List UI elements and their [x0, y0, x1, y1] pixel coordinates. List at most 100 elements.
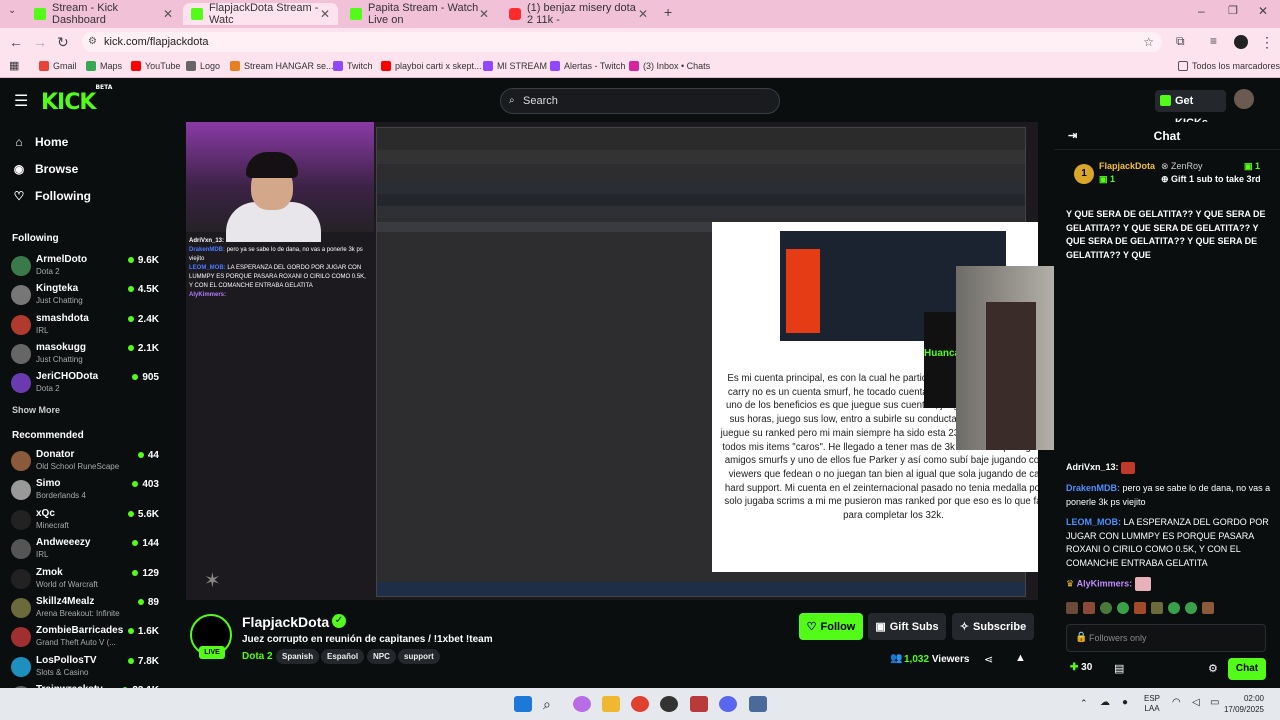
volume-icon[interactable]: ◁: [1192, 697, 1200, 708]
chat-input[interactable]: 🔒 Followers only: [1066, 624, 1266, 652]
new-tab-icon[interactable]: +: [664, 4, 672, 20]
nav-home[interactable]: ⌂ Home: [12, 135, 68, 149]
tab-search-icon[interactable]: ⌄: [8, 5, 16, 16]
sidebar-channel[interactable]: ZombieBarricades Grand Theft Auto V (... 1…: [11, 625, 161, 651]
obs-icon[interactable]: [660, 696, 678, 712]
browser-menu-icon[interactable]: ⋮: [1260, 34, 1274, 51]
chat-username[interactable]: AlyKimmers:: [1077, 578, 1133, 588]
bookmark-stream-hangar[interactable]: Stream HANGAR se...: [230, 61, 334, 71]
file-explorer-icon[interactable]: [602, 696, 620, 712]
show-more-link[interactable]: Show More: [12, 405, 60, 415]
wardrobe-door: [986, 302, 1036, 450]
bookmark-alertas[interactable]: Alertas - Twitch: [550, 61, 625, 71]
video-player[interactable]: AdriVxn_13: DrakenMDB: pero ya se sabe l…: [186, 122, 1038, 600]
nav-browse[interactable]: ◉ Browse: [12, 162, 79, 176]
follow-button[interactable]: ♡ Follow: [799, 613, 863, 640]
gift-subs-button[interactable]: ▣ Gift Subs: [868, 613, 946, 640]
gift-prompt[interactable]: ⊕ Gift 1 sub to take 3rd: [1161, 174, 1261, 185]
browser-tab-active[interactable]: FlapjackDota Stream - Watc ✕: [183, 2, 338, 26]
leaderboard-icon[interactable]: ▤: [1114, 662, 1124, 675]
close-window-icon[interactable]: ✕: [1258, 4, 1268, 18]
tab-close-icon[interactable]: ✕: [320, 7, 330, 21]
discord-icon[interactable]: [719, 696, 737, 712]
subscribe-button[interactable]: ✧ Subscribe: [952, 613, 1034, 640]
reload-icon[interactable]: ↻: [57, 34, 69, 51]
all-bookmarks[interactable]: Todos los marcadores: [1178, 61, 1280, 71]
chat-username[interactable]: LEOM_MOB:: [1066, 517, 1121, 527]
tab-close-icon[interactable]: ✕: [479, 7, 489, 21]
apps-grid-icon[interactable]: ▦: [9, 59, 19, 72]
sidebar-channel[interactable]: xQc Minecraft 5.6K: [11, 508, 161, 534]
sidebar-channel[interactable]: JeriCHODota Dota 2 905: [11, 371, 161, 397]
search-input[interactable]: ⌕ Search: [500, 88, 780, 114]
chat-username[interactable]: AdriVxn_13:: [1066, 462, 1119, 472]
bookmark-youtube[interactable]: YouTube: [131, 61, 180, 71]
chat-settings-gear-icon[interactable]: ⚙: [1208, 662, 1218, 675]
maximize-icon[interactable]: ❐: [1228, 4, 1238, 17]
bookmark-maps[interactable]: Maps: [86, 61, 122, 71]
user-avatar[interactable]: [1234, 89, 1254, 109]
tag-chip[interactable]: Español: [321, 649, 365, 664]
channel-name[interactable]: FlapjackDota: [242, 614, 329, 630]
bookmark-instagram[interactable]: (3) Inbox • Chats: [629, 61, 710, 71]
tab-close-icon[interactable]: ✕: [638, 7, 648, 21]
tag-chip[interactable]: Spanish: [276, 649, 320, 664]
collapse-chat-icon[interactable]: ⇥: [1068, 122, 1077, 150]
nav-following[interactable]: ♡ Following: [12, 189, 91, 203]
search-icon[interactable]: ⌕: [543, 696, 561, 712]
copilot-icon[interactable]: [573, 696, 591, 712]
sidebar-channel[interactable]: masokugg Just Chatting 2.1K: [11, 342, 161, 368]
tag-chip[interactable]: support: [398, 649, 440, 664]
sidebar-channel[interactable]: Donator Old School RuneScape 44: [11, 449, 161, 475]
chat-username[interactable]: DrakenMDB:: [1066, 483, 1120, 493]
browser-tab[interactable]: Papita Stream - Watch Live on ✕: [342, 2, 497, 26]
battery-icon[interactable]: ▭: [1210, 697, 1219, 708]
sidebar-channel[interactable]: smashdota IRL 2.4K: [11, 313, 161, 339]
bookmark-gmail[interactable]: Gmail: [39, 61, 77, 71]
pinned-count: ▣ 1: [1099, 174, 1116, 184]
forward-icon[interactable]: →: [33, 34, 47, 50]
wifi-icon[interactable]: ◠: [1172, 697, 1181, 708]
bookmark-star-icon[interactable]: ☆: [1143, 32, 1154, 52]
tag-chip[interactable]: NPC: [367, 649, 396, 664]
kick-logo[interactable]: KICKBETA: [41, 84, 112, 115]
chat-send-button[interactable]: Chat: [1228, 658, 1266, 680]
bookmark-mi-stream[interactable]: MI STREAM: [483, 61, 547, 71]
tray-chevron-icon[interactable]: ⌃: [1080, 698, 1088, 709]
profile-avatar[interactable]: [1234, 35, 1248, 49]
site-info-icon[interactable]: ⚙: [88, 32, 97, 52]
language-indicator[interactable]: ESP LAA: [1144, 694, 1160, 714]
sidebar-channel[interactable]: LosPollosTV Slots & Casino 7.8K: [11, 655, 161, 681]
sidebar-channel[interactable]: Simo Borderlands 4 403: [11, 478, 161, 504]
media-control-icon[interactable]: ≡: [1210, 34, 1217, 48]
bookmark-playboi-carti[interactable]: playboi carti x skept...: [381, 61, 482, 71]
tab-close-icon[interactable]: ✕: [163, 7, 173, 21]
browser-tab[interactable]: Stream - Kick Dashboard ✕: [26, 2, 181, 26]
report-icon[interactable]: ▲: [1015, 652, 1026, 664]
acrobat-icon[interactable]: [690, 696, 708, 712]
sidebar-channel[interactable]: Skillz4Mealz Arena Breakout: Infinite 89: [11, 596, 161, 622]
url-field[interactable]: ⚙ kick.com/flapjackdota ☆: [82, 32, 1162, 52]
back-icon[interactable]: ←: [9, 34, 23, 50]
browser-tab[interactable]: (1) benjaz misery dota 2 11k - ✕: [501, 2, 656, 26]
windows-start-icon[interactable]: [514, 696, 532, 712]
bookmark-twitch[interactable]: Twitch: [333, 61, 373, 71]
share-icon[interactable]: ⋖: [984, 653, 993, 666]
get-kicks-button[interactable]: Get KICKs: [1155, 90, 1226, 129]
channel-game: Grand Theft Auto V (...: [36, 638, 116, 648]
chrome-icon[interactable]: [631, 696, 649, 712]
microphone-icon[interactable]: ●: [1122, 697, 1128, 708]
bookmark-logo[interactable]: Logo: [186, 61, 220, 71]
extensions-icon[interactable]: ⧉: [1176, 34, 1185, 49]
channel-points[interactable]: ✚ 30: [1070, 662, 1092, 673]
sidebar-channel[interactable]: Kingteka Just Chatting 4.5K: [11, 283, 161, 309]
calculator-icon[interactable]: [749, 696, 767, 712]
clock[interactable]: 02:00 17/09/2025: [1224, 693, 1264, 715]
hamburger-menu-icon[interactable]: ☰: [14, 91, 28, 111]
cloud-icon[interactable]: ☁: [1100, 697, 1110, 708]
sidebar-channel[interactable]: ArmelDoto Dota 2 9.6K: [11, 254, 161, 280]
sidebar-channel[interactable]: Andweeezy IRL 144: [11, 537, 161, 563]
minimize-icon[interactable]: –: [1198, 4, 1205, 18]
sidebar-channel[interactable]: Zmok World of Warcraft 129: [11, 567, 161, 593]
stream-category-link[interactable]: Dota 2: [242, 651, 273, 662]
